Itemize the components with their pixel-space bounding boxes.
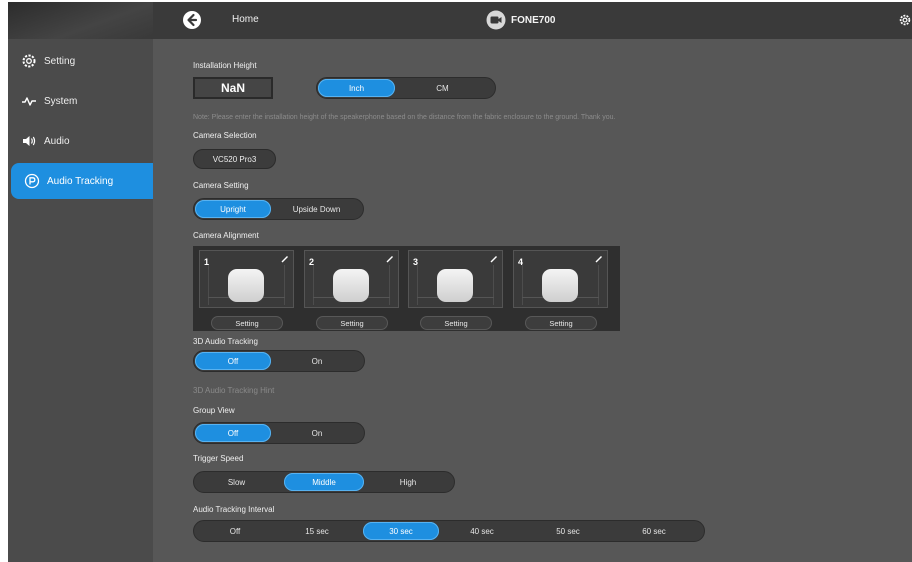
interval-50-button[interactable]: 50 sec (525, 522, 611, 540)
guide-line (208, 265, 209, 305)
home-link[interactable]: Home (232, 14, 259, 25)
camera-preview-icon (542, 269, 578, 302)
interval-30-button[interactable]: 30 sec (363, 522, 439, 540)
sidebar-item-system[interactable]: System (8, 87, 153, 115)
camera-preview-icon (437, 269, 473, 302)
pulse-icon (21, 93, 37, 109)
camera-setting-label: Camera Setting (193, 181, 249, 190)
guide-line (522, 265, 523, 305)
unit-cm-button[interactable]: CM (395, 79, 490, 97)
group-view-label: Group View (193, 406, 235, 415)
unit-toggle: Inch CM (316, 77, 496, 99)
unit-inch-button[interactable]: Inch (318, 79, 395, 97)
guide-line (598, 265, 599, 305)
tracking-interval-label: Audio Tracking Interval (193, 505, 275, 514)
camera-selection-label: Camera Selection (193, 131, 257, 140)
device-title: FONE700 (486, 9, 555, 31)
trigger-speed-toggle: Slow Middle High (193, 471, 455, 493)
camera-tile-3[interactable]: 3 (408, 250, 503, 308)
sidebar: Setting System Audio Audio Tracking (8, 39, 153, 562)
group-view-off-button[interactable]: Off (195, 424, 271, 442)
interval-60-button[interactable]: 60 sec (611, 522, 697, 540)
trigger-speed-label: Trigger Speed (193, 454, 244, 463)
device-name: FONE700 (511, 14, 556, 26)
sidebar-item-label: Setting (44, 55, 76, 67)
camera-device-icon (486, 10, 506, 30)
main-content: Installation Height NaN Inch CM Note: Pl… (153, 39, 912, 562)
sidebar-item-label: Audio (44, 135, 70, 147)
camera-4-setting-button[interactable]: Setting (525, 316, 597, 330)
tracking-interval-toggle: Off 15 sec 30 sec 40 sec 50 sec 60 sec (193, 520, 705, 542)
guide-line (389, 265, 390, 305)
camera-alignment-label: Camera Alignment (193, 231, 259, 240)
camera-tile-4[interactable]: 4 (513, 250, 608, 308)
sidebar-item-label: System (44, 95, 78, 107)
gear-icon[interactable] (898, 12, 912, 28)
guide-line (284, 265, 285, 305)
guide-line (313, 265, 314, 305)
installation-note: Note: Please enter the installation heig… (193, 114, 616, 121)
upright-button[interactable]: Upright (195, 200, 271, 218)
edit-pencil-icon[interactable] (386, 255, 394, 263)
camera-preview-icon (228, 269, 264, 302)
camera-3-setting-button[interactable]: Setting (420, 316, 492, 330)
edit-pencil-icon[interactable] (281, 255, 289, 263)
sidebar-item-audio-tracking[interactable]: Audio Tracking (11, 163, 153, 199)
back-arrow-icon[interactable] (182, 10, 202, 30)
guide-line (493, 265, 494, 305)
logo-corner (8, 2, 153, 39)
app-window: Home FONE700 Setting System Audio Audio … (8, 2, 912, 562)
sidebar-item-setting[interactable]: Setting (8, 47, 153, 75)
guide-line (417, 265, 418, 305)
interval-off-button[interactable]: Off (195, 522, 275, 540)
3d-audio-tracking-hint: 3D Audio Tracking Hint (193, 386, 275, 395)
group-view-toggle: Off On (193, 422, 365, 444)
camera-setting-toggle: Upright Upside Down (193, 198, 364, 220)
tracking-icon (24, 173, 40, 189)
sidebar-item-label: Audio Tracking (47, 175, 114, 187)
3d-audio-tracking-label: 3D Audio Tracking (193, 337, 258, 346)
speed-high-button[interactable]: High (364, 473, 452, 491)
edit-pencil-icon[interactable] (490, 255, 498, 263)
camera-tile-2[interactable]: 2 (304, 250, 399, 308)
top-bar: Home FONE700 (8, 2, 912, 39)
3d-audio-tracking-toggle: Off On (193, 350, 365, 372)
3d-tracking-off-button[interactable]: Off (195, 352, 271, 370)
sidebar-item-audio[interactable]: Audio (8, 127, 153, 155)
camera-preview-icon (333, 269, 369, 302)
gear-icon (21, 53, 37, 69)
interval-15-button[interactable]: 15 sec (275, 522, 359, 540)
speaker-icon (21, 133, 37, 149)
upside-down-button[interactable]: Upside Down (271, 200, 362, 218)
camera-select[interactable]: VC520 Pro3 (193, 149, 276, 169)
installation-height-label: Installation Height (193, 61, 257, 70)
interval-40-button[interactable]: 40 sec (439, 522, 525, 540)
speed-middle-button[interactable]: Middle (284, 473, 364, 491)
camera-2-setting-button[interactable]: Setting (316, 316, 388, 330)
3d-tracking-on-button[interactable]: On (271, 352, 363, 370)
edit-pencil-icon[interactable] (595, 255, 603, 263)
installation-height-input[interactable]: NaN (193, 77, 273, 99)
camera-alignment-panel: 1 2 3 4 Setting Setting Setting Setting (193, 246, 620, 331)
camera-1-setting-button[interactable]: Setting (211, 316, 283, 330)
group-view-on-button[interactable]: On (271, 424, 363, 442)
camera-tile-1[interactable]: 1 (199, 250, 294, 308)
speed-slow-button[interactable]: Slow (195, 473, 278, 491)
